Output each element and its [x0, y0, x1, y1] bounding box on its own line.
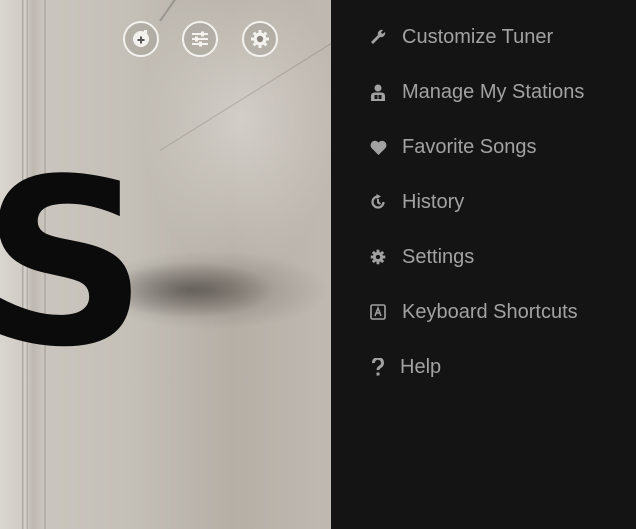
menu-item-settings[interactable]: Settings [369, 242, 474, 272]
menu-item-manage-stations[interactable]: Manage My Stations [369, 77, 584, 107]
menu-item-help[interactable]: Help [369, 352, 441, 382]
add-song-icon [130, 28, 152, 50]
equalizer-button[interactable] [182, 21, 218, 57]
menu-item-label: History [402, 190, 465, 213]
wrench-icon [369, 28, 387, 46]
add-song-button[interactable] [123, 21, 159, 57]
keyboard-key-icon [369, 303, 387, 321]
gear-icon [369, 248, 387, 266]
menu-item-favorite-songs[interactable]: Favorite Songs [369, 132, 537, 162]
equalizer-icon [189, 28, 211, 50]
question-mark-icon [369, 358, 387, 376]
menu-item-label: Help [400, 355, 442, 378]
menu-item-label: Favorite Songs [402, 135, 537, 158]
album-artwork: S [0, 0, 331, 529]
artwork-letter: S [0, 131, 148, 398]
station-manager-icon [369, 83, 387, 101]
menu-item-label: Customize Tuner [402, 25, 554, 48]
menu-item-customize-tuner[interactable]: Customize Tuner [369, 22, 553, 52]
artwork-crack [159, 0, 230, 22]
history-icon [369, 193, 387, 211]
artwork-crack-secondary [159, 33, 331, 151]
menu-item-history[interactable]: History [369, 187, 464, 217]
menu-item-label: Keyboard Shortcuts [402, 300, 578, 323]
menu-item-keyboard-shortcuts[interactable]: Keyboard Shortcuts [369, 297, 578, 327]
menu-item-label: Settings [402, 245, 475, 268]
menu-item-label: Manage My Stations [402, 80, 585, 103]
heart-icon [369, 138, 387, 156]
settings-button[interactable] [242, 21, 278, 57]
side-menu: Customize Tuner Manage My Stations Favor… [331, 0, 636, 529]
gear-icon [249, 28, 271, 50]
